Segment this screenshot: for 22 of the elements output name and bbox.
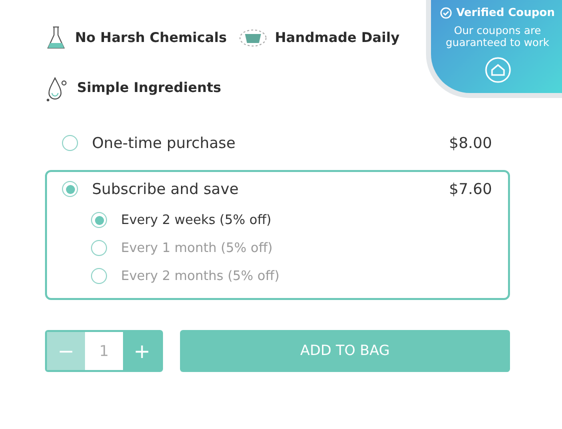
radio-button[interactable] <box>62 135 78 151</box>
home-circle-icon <box>484 57 510 83</box>
feature-label: Handmade Daily <box>274 30 400 46</box>
coupon-text: Our coupons are guaranteed to work <box>444 25 550 49</box>
frequency-label: Every 2 months (5% off) <box>121 268 280 284</box>
option-label: Subscribe and save <box>92 180 239 198</box>
increment-button[interactable]: + <box>123 332 161 370</box>
option-label: One-time purchase <box>92 134 236 152</box>
option-price: $7.60 <box>449 180 492 198</box>
radio-button[interactable] <box>62 181 78 197</box>
frequency-label: Every 1 month (5% off) <box>121 240 273 256</box>
option-price: $8.00 <box>449 134 492 152</box>
coupon-title-text: Verified Coupon <box>456 6 555 19</box>
add-to-bag-button[interactable]: ADD TO BAG <box>180 330 510 372</box>
radio-button[interactable] <box>91 268 107 284</box>
frequency-label: Every 2 weeks (5% off) <box>121 212 272 228</box>
radio-button[interactable] <box>91 240 107 256</box>
check-circle-icon <box>440 6 452 18</box>
bowl-icon <box>238 27 267 49</box>
feature-label: Simple Ingredients <box>77 80 222 96</box>
radio-button[interactable] <box>91 212 107 228</box>
feature-label: No Harsh Chemicals <box>75 30 227 46</box>
